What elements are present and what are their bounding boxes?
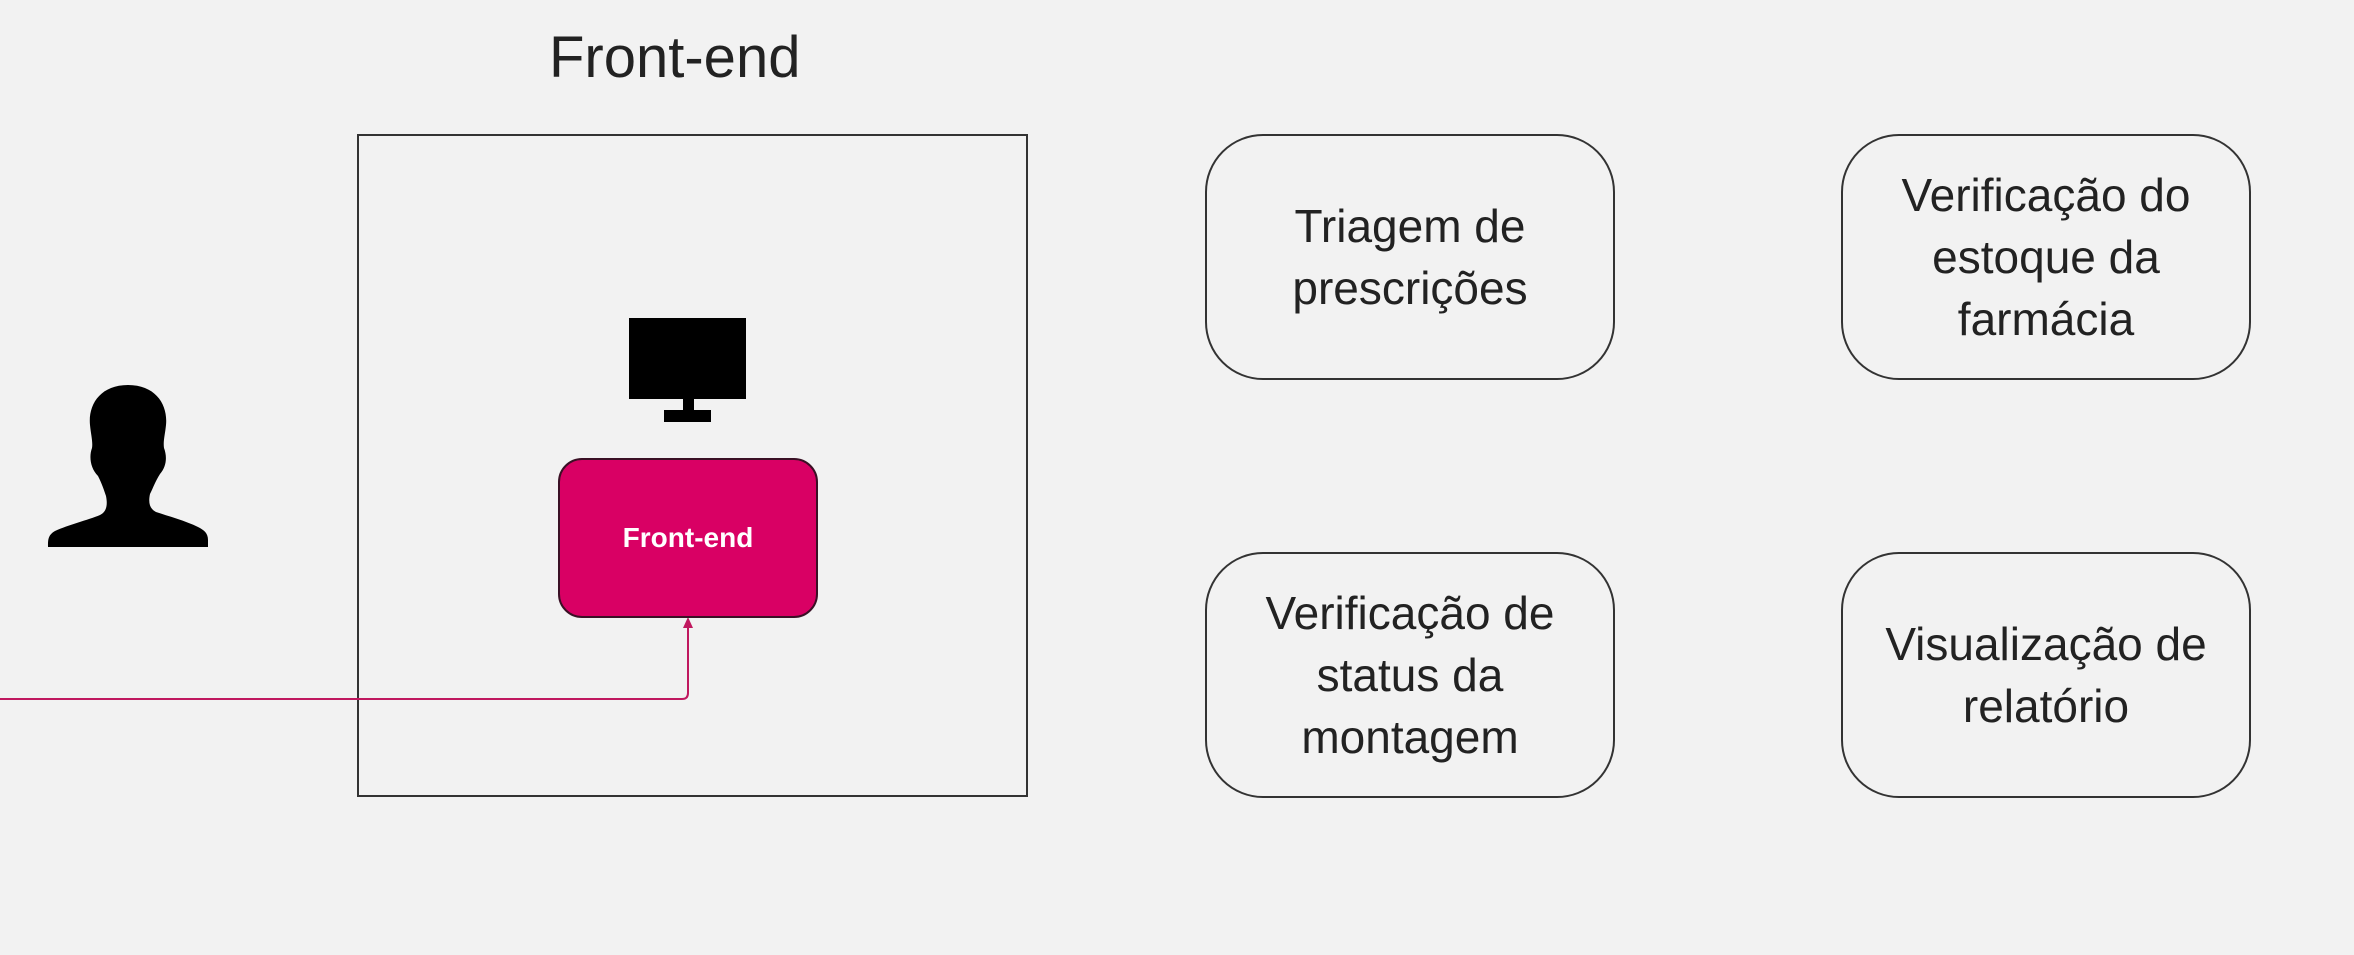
- connector-arrow: [0, 617, 693, 700]
- module-label: Verificação do estoque da farmácia: [1901, 169, 2191, 345]
- monitor-icon: [629, 318, 746, 422]
- module-verificacao-status-montagem: Verificação de status da montagem: [1205, 552, 1615, 798]
- module-verificacao-estoque: Verificação do estoque da farmácia: [1841, 134, 2251, 380]
- frontend-component-label: Front-end: [622, 522, 754, 553]
- frontend-component-box: Front-end: [558, 458, 818, 618]
- module-triagem-prescricoes: Triagem de prescrições: [1205, 134, 1615, 380]
- module-label: Triagem de prescrições: [1292, 200, 1528, 314]
- module-visualizacao-relatorio: Visualização de relatório: [1841, 552, 2251, 798]
- user-silhouette-icon: [48, 385, 208, 547]
- module-label: Visualização de relatório: [1885, 618, 2207, 732]
- module-label: Verificação de status da montagem: [1265, 587, 1555, 763]
